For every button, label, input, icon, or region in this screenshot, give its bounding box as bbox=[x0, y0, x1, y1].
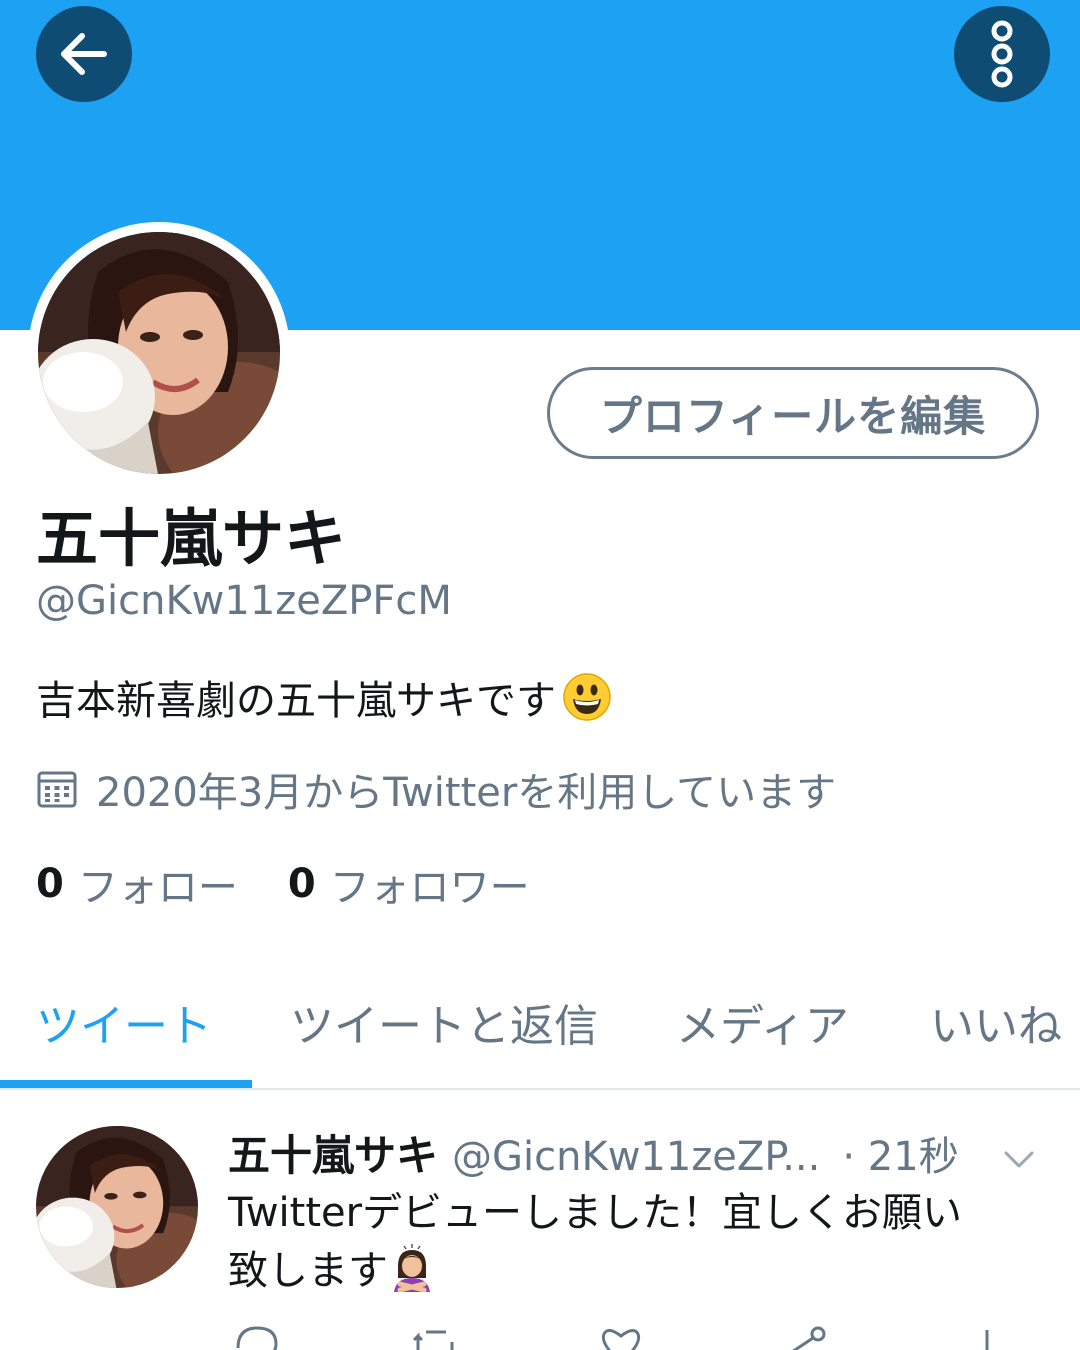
following-label[interactable]: フォロー bbox=[78, 855, 238, 913]
profile-display-name: 五十嵐サキ bbox=[36, 502, 347, 575]
tab-media[interactable]: メディア bbox=[676, 990, 849, 1054]
tweet-author-handle[interactable]: @GicnKw11zeZP... bbox=[452, 1134, 820, 1180]
calendar-icon bbox=[37, 771, 77, 808]
arrow-left-icon bbox=[61, 33, 107, 75]
tweet-author-name[interactable]: 五十嵐サキ bbox=[228, 1122, 438, 1183]
like-heart-icon[interactable] bbox=[596, 1322, 646, 1350]
follow-stats: 0 フォロー 0 フォロワー bbox=[36, 855, 530, 913]
bio-text: 吉本新喜劇の五十嵐サキです bbox=[36, 678, 556, 724]
back-button[interactable] bbox=[36, 6, 132, 102]
tweet-item[interactable]: 五十嵐サキ @GicnKw11zeZP... · 21秒 Twitterデビュー… bbox=[0, 1092, 1080, 1350]
tab-tweets-and-replies[interactable]: ツイートと返信 bbox=[290, 990, 598, 1054]
profile-avatar[interactable] bbox=[38, 232, 280, 474]
tab-tweets[interactable]: ツイート bbox=[36, 990, 212, 1054]
avatar-photo bbox=[36, 1126, 198, 1288]
share-icon[interactable] bbox=[782, 1322, 832, 1350]
join-date-text: 2020年3月からTwitterを利用しています bbox=[96, 770, 837, 816]
woman-gesturing-no-emoji-icon bbox=[394, 1244, 430, 1292]
followers-count[interactable]: 0 bbox=[288, 861, 316, 907]
chevron-down-icon[interactable] bbox=[1000, 1140, 1038, 1178]
vertical-dots-icon bbox=[991, 20, 1013, 88]
profile-join-date: 2020年3月からTwitterを利用しています bbox=[36, 760, 836, 818]
tweet-text: Twitterデビューしました！宜しくお願い 致します bbox=[228, 1184, 1058, 1300]
tweet-text-line-1: Twitterデビューしました！宜しくお願い bbox=[228, 1190, 963, 1236]
profile-screen: プロフィールを編集 五十嵐サキ @GicnKw11zeZPFcM 吉本新喜劇の五… bbox=[0, 0, 1080, 1350]
analytics-icon[interactable] bbox=[962, 1322, 1012, 1350]
profile-bio: 吉本新喜劇の五十嵐サキです bbox=[36, 668, 612, 726]
following-count[interactable]: 0 bbox=[36, 861, 64, 907]
tweet-header: 五十嵐サキ @GicnKw11zeZP... · 21秒 bbox=[228, 1122, 959, 1183]
tweet-timestamp[interactable]: · 21秒 bbox=[842, 1124, 958, 1182]
profile-handle: @GicnKw11zeZPFcM bbox=[36, 578, 452, 624]
avatar-photo bbox=[38, 232, 280, 474]
reply-icon[interactable] bbox=[232, 1322, 282, 1350]
profile-tabs: ツイート ツイートと返信 メディア いいね bbox=[0, 960, 1080, 1090]
smiley-emoji-icon bbox=[563, 673, 611, 721]
profile-avatar-frame bbox=[28, 222, 290, 484]
tab-likes[interactable]: いいね bbox=[930, 990, 1062, 1054]
tweet-text-line-2: 致します bbox=[228, 1248, 388, 1294]
tweet-action-bar bbox=[0, 1322, 1080, 1350]
retweet-icon[interactable] bbox=[410, 1322, 460, 1350]
more-options-button[interactable] bbox=[954, 6, 1050, 102]
active-tab-indicator bbox=[0, 1080, 252, 1088]
edit-profile-button[interactable]: プロフィールを編集 bbox=[547, 367, 1039, 459]
tweet-author-avatar[interactable] bbox=[36, 1126, 198, 1288]
followers-label[interactable]: フォロワー bbox=[330, 855, 530, 913]
tweet-text-line-2-wrap: 致します bbox=[228, 1242, 1058, 1300]
